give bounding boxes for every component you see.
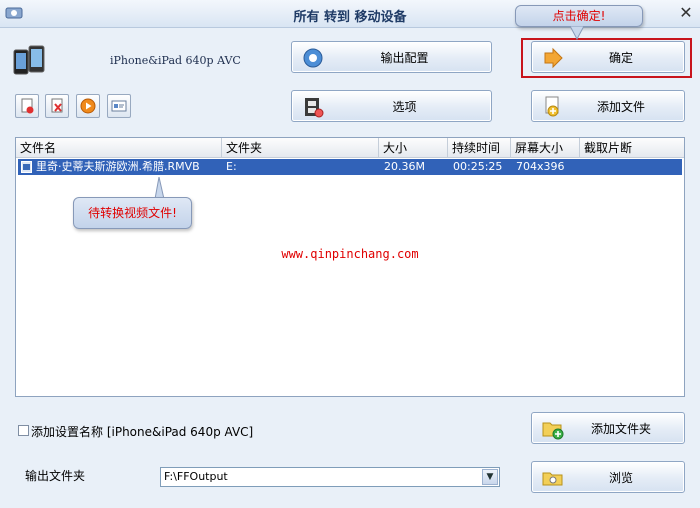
cell-size: 20.36M: [384, 160, 425, 173]
list-header: 文件名 文件夹 大小 持续时间 屏幕大小 截取片断: [16, 138, 684, 158]
table-row[interactable]: 里奇·史蒂夫斯游欧洲.希腊.RMVB E: 20.36M 00:25:25 70…: [18, 159, 682, 175]
gear-icon: [303, 48, 323, 68]
add-folder-label: 添加文件夹: [590, 421, 651, 436]
film-icon: [305, 98, 324, 118]
info-button[interactable]: [107, 94, 131, 118]
cell-folder: E:: [226, 160, 237, 173]
close-button[interactable]: ✕: [676, 3, 696, 23]
output-folder-label: 输出文件夹: [25, 469, 86, 483]
file-tip-callout: 待转换视频文件!: [73, 197, 192, 229]
add-file-icon: [545, 96, 559, 117]
column-header-screen-size[interactable]: 屏幕大小: [511, 138, 580, 158]
cell-file-name: 里奇·史蒂夫斯游欧洲.希腊.RMVB: [36, 160, 200, 173]
options-button[interactable]: 选项: [291, 90, 492, 122]
add-name-label: 添加设置名称 [iPhone&iPad 640p AVC]: [31, 425, 254, 439]
add-file-button[interactable]: 添加文件: [531, 90, 685, 122]
column-header-size[interactable]: 大小: [379, 138, 448, 158]
watermark-text: www.qinpinchang.com: [281, 247, 419, 261]
column-header-duration[interactable]: 持续时间: [448, 138, 511, 158]
clear-list-button[interactable]: [45, 94, 69, 118]
output-folder-select[interactable]: F:\FFOutput ▼: [160, 467, 500, 487]
arrow-right-icon: [544, 47, 563, 69]
output-config-button[interactable]: 输出配置: [291, 41, 492, 73]
file-list[interactable]: 文件名 文件夹 大小 持续时间 屏幕大小 截取片断 里奇·史蒂夫斯游欧洲.希腊.…: [15, 137, 685, 397]
phone-icon: [13, 45, 45, 75]
column-header-clip[interactable]: 截取片断: [580, 138, 684, 158]
confirm-tip-pointer: [570, 26, 584, 40]
remove-file-icon: [21, 98, 34, 114]
confirm-tip-callout: 点击确定!: [515, 5, 643, 27]
file-tip-pointer: [154, 177, 165, 199]
info-icon: [111, 100, 127, 112]
output-folder-value: F:\FFOutput: [164, 470, 228, 483]
column-header-name[interactable]: 文件名: [16, 138, 222, 158]
confirm-button[interactable]: 确定: [531, 41, 685, 73]
clear-list-icon: [51, 98, 63, 113]
device-profile-name: iPhone&iPad 640p AVC: [110, 54, 241, 67]
confirm-label: 确定: [608, 50, 633, 65]
play-button[interactable]: [76, 94, 100, 118]
browse-label: 浏览: [608, 470, 633, 485]
add-folder-icon: [542, 422, 564, 440]
add-folder-button[interactable]: 添加文件夹: [531, 412, 685, 444]
options-label: 选项: [392, 99, 417, 114]
remove-file-button[interactable]: [15, 94, 39, 118]
play-icon: [80, 98, 96, 114]
browse-button[interactable]: 浏览: [531, 461, 685, 493]
cell-screen-size: 704x396: [516, 160, 565, 173]
add-file-label: 添加文件: [596, 99, 645, 114]
add-name-checkbox[interactable]: [18, 425, 29, 436]
video-file-icon: [21, 161, 32, 173]
browse-folder-icon: [542, 472, 563, 486]
column-header-folder[interactable]: 文件夹: [222, 138, 379, 158]
output-config-label: 输出配置: [380, 50, 429, 65]
cell-duration: 00:25:25: [453, 160, 503, 173]
chevron-down-icon[interactable]: ▼: [482, 469, 498, 485]
